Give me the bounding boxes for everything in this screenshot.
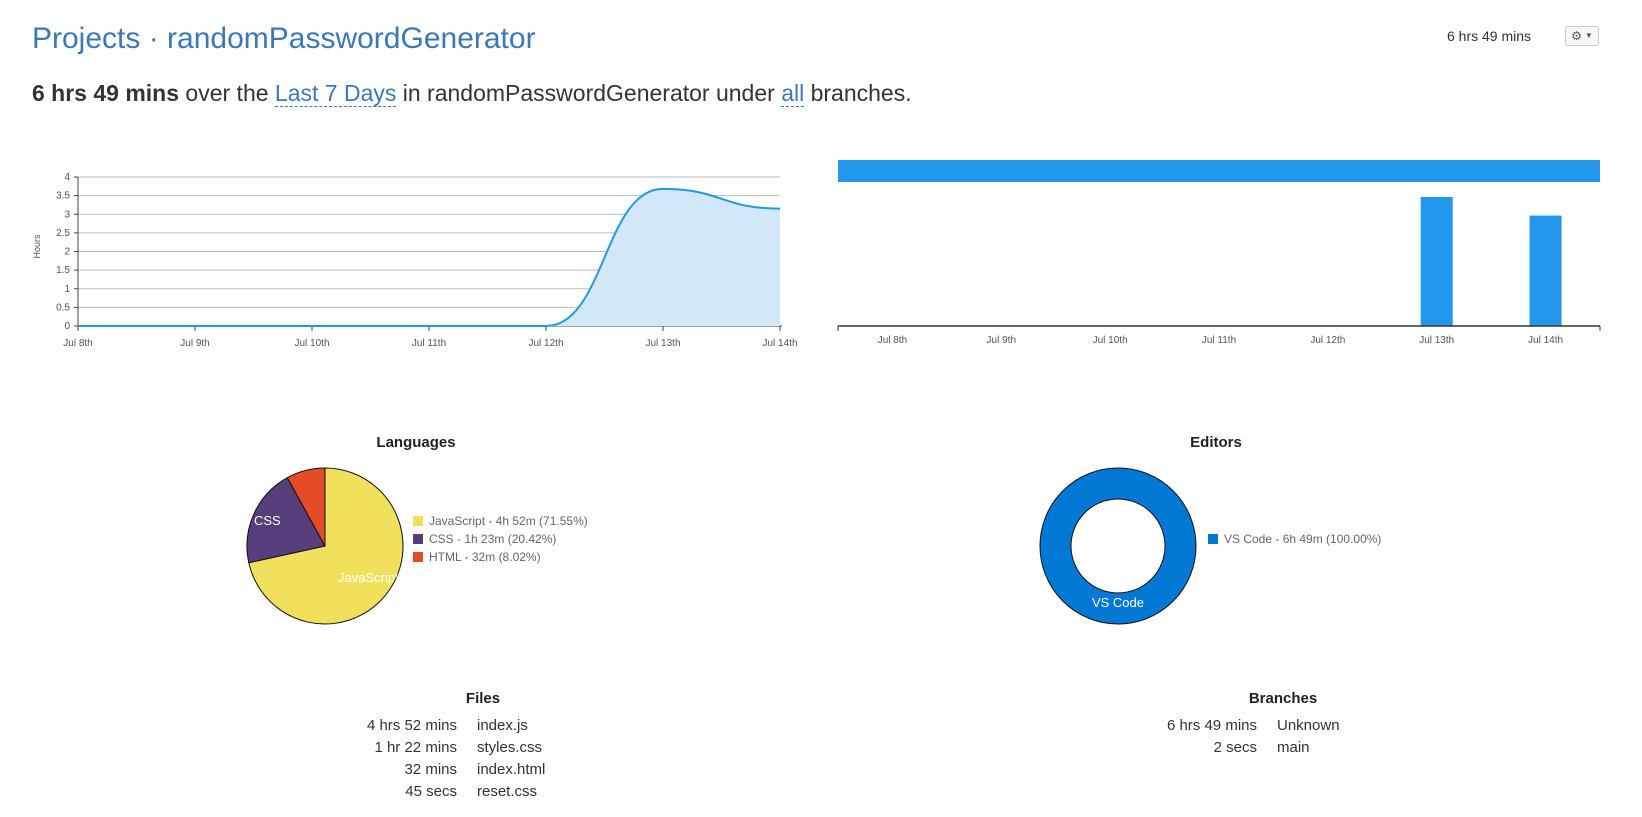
row-name: index.js [477,716,528,734]
row-duration: 6 hrs 49 mins [1166,716,1257,734]
bar-jul-14th[interactable] [1529,215,1562,326]
legend-label: JavaScript - 4h 52m (71.55%) [429,514,588,528]
legend-item-css[interactable]: CSS - 1h 23m (20.42%) [413,530,588,548]
legend-swatch [413,516,423,526]
branch-filter-link[interactable]: all [781,80,805,107]
row-duration: 32 mins [404,760,457,778]
branches-table: 6 hrs 49 mins Unknown 2 secs main [1140,714,1340,758]
legend-label: VS Code - 6h 49m (100.00%) [1224,532,1382,546]
languages-pie-chart: JavaScript CSS [246,467,404,625]
x-tick-label: Jul 14th [762,338,797,349]
caret-down-icon: ▼ [1584,31,1593,40]
slice-label-css: CSS [254,513,281,528]
summary-end-text: branches. [810,80,912,106]
breadcrumb-separator: · [140,22,168,55]
table-row[interactable]: 4 hrs 52 mins index.js [340,714,545,736]
table-row[interactable]: 2 secs main [1140,736,1340,758]
area-fill [78,188,780,326]
x-tick-label: Jul 8th [63,338,92,349]
y-tick-label: 0 [64,321,70,332]
legend-item-html[interactable]: HTML - 32m (8.02%) [413,548,588,566]
donut-hole [1070,498,1166,594]
settings-dropdown-button[interactable]: ⚙ ▼ [1565,26,1599,46]
row-name: styles.css [477,738,543,756]
legend-item-vs-code[interactable]: VS Code - 6h 49m (100.00%) [1208,530,1381,548]
row-name: index.html [477,760,546,778]
y-tick-label: 3.5 [56,191,70,202]
row-name: main [1277,738,1310,756]
page-title: Projects · randomPasswordGenerator [32,22,536,56]
x-tick-label: Jul 11th [1202,335,1236,346]
x-tick-label: Jul 10th [1093,335,1128,346]
y-tick-label: 0.5 [56,302,70,313]
table-row[interactable]: 1 hr 22 mins styles.css [340,736,545,758]
row-duration: 2 secs [1213,738,1257,756]
y-tick-label: 2 [64,247,70,258]
y-tick-label: 3 [64,209,70,220]
x-tick-label: Jul 9th [180,338,209,349]
x-tick-label: Jul 12th [528,338,563,349]
total-bar[interactable] [838,160,1600,182]
x-tick-label: Jul 13th [1419,335,1454,346]
y-tick-label: 2.5 [56,228,70,239]
table-row[interactable]: 6 hrs 49 mins Unknown [1140,714,1340,736]
editors-legend: VS Code - 6h 49m (100.00%) [1208,530,1381,548]
x-tick-label: Jul 10th [294,338,329,349]
x-tick-label: Jul 14th [1528,335,1563,346]
date-range-link[interactable]: Last 7 Days [274,80,397,107]
table-row[interactable]: 45 secs reset.css [340,780,545,802]
projects-breadcrumb-link[interactable]: Projects [32,22,140,55]
row-name: reset.css [477,782,538,800]
x-tick-label: Jul 13th [645,338,680,349]
files-title: Files [465,690,501,707]
summary-sentence: 6 hrs 49 mins over the Last 7 Days in ra… [32,80,912,107]
table-row[interactable]: 32 mins index.html [340,758,545,780]
summary-in-text: in randomPasswordGenerator under [402,80,775,106]
x-tick-label: Jul 8th [878,335,907,346]
row-duration: 1 hr 22 mins [374,738,457,756]
legend-label: CSS - 1h 23m (20.42%) [429,532,557,546]
project-name-link[interactable]: randomPasswordGenerator [167,22,536,55]
daily-hours-area-chart: 0 0.5 1 1.5 2 2.5 3 3.5 4 Hours Jul 8th Jul 9th Jul … [32,172,798,349]
row-name: Unknown [1277,716,1340,734]
slice-label-vs-code: VS Code [1092,595,1144,610]
bar-jul-13th[interactable] [1420,197,1453,326]
y-tick-label: 4 [64,172,70,183]
summary-total: 6 hrs 49 mins [32,80,180,106]
legend-swatch [413,534,423,544]
legend-label: HTML - 32m (8.02%) [429,550,541,564]
gear-icon: ⚙ [1571,29,1582,43]
legend-swatch [1208,534,1218,544]
legend-swatch [413,552,423,562]
x-tick-label: Jul 11th [412,338,446,349]
languages-legend: JavaScript - 4h 52m (71.55%) CSS - 1h 23m… [413,512,588,566]
x-tick-label: Jul 12th [1310,335,1345,346]
y-axis-label: Hours [32,234,42,259]
languages-title: Languages [376,434,456,451]
y-tick-label: 1.5 [56,265,70,276]
row-duration: 45 secs [405,782,457,800]
daily-bar-chart: Jul 8th Jul 9th Jul 10th Jul 11th Jul 12th Ju… [837,160,1601,346]
header-total-time: 6 hrs 49 mins [1447,28,1532,44]
slice-label-javascript: JavaScript [338,570,399,585]
editors-title: Editors [1190,434,1242,451]
x-tick-label: Jul 9th [987,335,1016,346]
files-table: 4 hrs 52 mins index.js 1 hr 22 mins styles.… [340,714,545,802]
y-tick-label: 1 [64,284,70,295]
branches-title: Branches [1248,690,1318,707]
legend-item-javascript[interactable]: JavaScript - 4h 52m (71.55%) [413,512,588,530]
summary-over-the: over the [185,80,269,106]
row-duration: 4 hrs 52 mins [366,716,457,734]
editors-donut-chart: VS Code [1039,467,1197,625]
